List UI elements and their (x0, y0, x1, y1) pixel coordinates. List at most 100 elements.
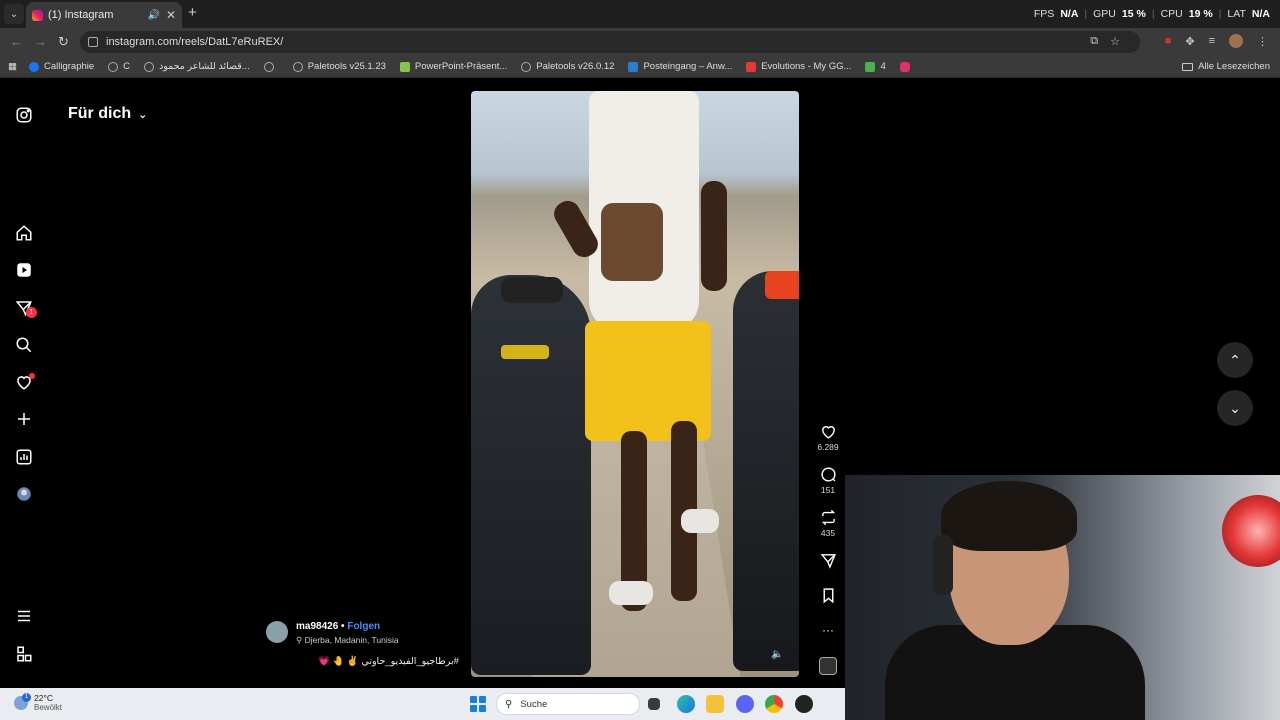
bookmark-item[interactable]: Paletools v25.1.23 (292, 61, 386, 72)
search-icon[interactable] (14, 335, 34, 355)
reload-icon[interactable]: ↻ (58, 34, 69, 50)
webcam-lamp (1222, 495, 1280, 567)
address-bar[interactable]: instagram.com/reels/DatL7eRuREX/ (80, 31, 1140, 53)
comment-count: 151 (820, 485, 836, 495)
all-bookmarks-button[interactable]: Alle Lesezeichen (1182, 61, 1270, 72)
feed-selector[interactable]: Für dich ⌄ (68, 105, 147, 123)
forward-arrow-icon[interactable]: → (34, 34, 47, 49)
profile-avatar[interactable] (1229, 34, 1243, 48)
folder-icon (1182, 62, 1194, 71)
bookmark-item[interactable]: Calligraphie (28, 61, 94, 72)
create-plus-icon[interactable] (14, 409, 34, 429)
chrome-icon[interactable] (765, 695, 783, 713)
cpu-label: CPU (1160, 8, 1183, 20)
volume-icon[interactable]: 🔈 (771, 649, 785, 663)
gpu-label: GPU (1093, 8, 1116, 20)
bookmark-icon (823, 588, 833, 604)
new-tab-button[interactable]: + (188, 4, 197, 21)
previous-reel-button[interactable]: ⌃ (1217, 342, 1253, 378)
author-location[interactable]: Djerba, Madanin, Tunisia (305, 635, 399, 645)
lat-value: N/A (1251, 8, 1270, 20)
author-username[interactable]: ma98426 (296, 621, 338, 632)
video-person-bag (601, 203, 663, 281)
comment-button[interactable]: 151 (810, 466, 846, 495)
video-motorbike-right (733, 271, 799, 671)
bookmark-item[interactable]: Posteingang – Anw... (628, 61, 732, 72)
bookmark-item[interactable]: PowerPoint-Präsent... (399, 61, 507, 72)
tab-search-button[interactable]: ⌄ (4, 4, 24, 24)
edge-icon[interactable] (677, 695, 695, 713)
bookmarks-bar: ▦ Calligraphie C قصائد للشاعر محمود... P… (0, 56, 1280, 78)
author-separator: • (341, 621, 345, 632)
audio-thumbnail[interactable] (819, 657, 837, 675)
back-arrow-icon[interactable]: ← (10, 34, 23, 49)
task-view-icon[interactable] (648, 698, 660, 710)
like-button[interactable]: 6.289 (810, 423, 846, 452)
dashboard-icon[interactable] (14, 447, 34, 467)
feed-title: Für dich (68, 105, 132, 122)
install-app-icon[interactable]: ⧉ (1090, 35, 1098, 48)
instagram-logo-icon[interactable] (14, 105, 34, 125)
bookmark-item[interactable]: قصائد للشاعر محمود... (144, 61, 250, 72)
url-text: instagram.com/reels/DatL7eRuREX/ (106, 36, 284, 48)
windows-taskbar: 1 22°C Bewölkt ⚲ Suche (0, 688, 845, 720)
bookmark-item[interactable]: 4 (865, 61, 886, 72)
performance-overlay: FPS N/A | GPU 15 % | CPU 19 % | LAT N/A (1033, 8, 1270, 20)
file-explorer-icon[interactable] (706, 695, 724, 713)
fps-label: FPS (1033, 8, 1055, 20)
repost-count: 435 (820, 528, 836, 538)
next-reel-button[interactable]: ⌄ (1217, 390, 1253, 426)
browser-tabstrip: ⌄ (1) Instagram 🔊 ✕ + FPS N/A | GPU 15 %… (0, 0, 1280, 28)
bookmark-item[interactable]: Evolutions - My GG... (746, 61, 851, 72)
bookmark-item[interactable]: C (108, 61, 130, 72)
more-menu-icon[interactable] (14, 606, 34, 626)
bookmark-item[interactable]: Paletools v26.0.12 (521, 61, 614, 72)
extensions-puzzle-icon[interactable]: ✥ (1185, 35, 1194, 48)
author-avatar[interactable] (266, 621, 288, 643)
save-button[interactable] (810, 587, 846, 606)
share-button[interactable] (810, 552, 846, 571)
repost-button[interactable]: 435 (810, 509, 846, 538)
weather-widget[interactable]: 1 22°C Bewölkt (14, 693, 62, 713)
media-controls-icon[interactable]: ≡ (1209, 35, 1215, 47)
powerpoint-icon (399, 61, 410, 72)
reel-video[interactable]: 🔈 (471, 91, 799, 677)
tab-audio-icon[interactable]: 🔊 (147, 10, 159, 21)
browser-menu-icon[interactable]: ⋮ (1257, 35, 1268, 48)
home-icon[interactable] (14, 223, 34, 243)
facebook-icon (28, 61, 39, 72)
app-icon[interactable] (795, 695, 813, 713)
site-info-icon[interactable] (88, 37, 98, 47)
weather-condition: Bewölkt (34, 703, 63, 712)
bookmark-star-icon[interactable]: ☆ (1110, 35, 1120, 48)
bookmark-item[interactable] (263, 61, 279, 72)
tab-close-icon[interactable]: ✕ (166, 8, 176, 22)
apps-grid-icon[interactable]: ▦ (8, 61, 17, 72)
globe-icon (292, 61, 303, 72)
extension-icon[interactable]: ■ (1165, 35, 1172, 47)
discord-icon[interactable] (736, 695, 754, 713)
profile-avatar-icon[interactable] (14, 484, 34, 504)
mail-icon (628, 61, 639, 72)
share-paper-plane-icon (820, 554, 836, 569)
reels-icon[interactable] (14, 260, 34, 280)
more-options-button[interactable]: ··· (810, 623, 846, 637)
globe-icon (521, 61, 532, 72)
search-placeholder: Suche (520, 698, 548, 710)
location-pin-icon: ⚲ (296, 635, 305, 645)
follow-button[interactable]: Folgen (347, 621, 380, 632)
extensions-area: ■ ✥ ≡ ⋮ (1165, 34, 1268, 48)
taskbar-search[interactable]: ⚲ Suche (496, 693, 640, 715)
tab-title: (1) Instagram (48, 9, 114, 21)
also-from-meta-icon[interactable] (14, 644, 34, 664)
windows-start-icon[interactable] (470, 696, 486, 712)
instagram-sidebar: 1 (0, 79, 50, 688)
browser-toolbar: ← → ↻ instagram.com/reels/DatL7eRuREX/ ⧉… (0, 28, 1280, 56)
bookmark-item[interactable] (899, 61, 915, 72)
globe-icon (263, 61, 274, 72)
weather-badge: 1 (22, 693, 31, 702)
fps-value: N/A (1060, 8, 1079, 20)
chevron-down-icon: ⌄ (138, 108, 148, 121)
tab-instagram[interactable]: (1) Instagram 🔊 ✕ (26, 2, 182, 28)
notification-badge: 1 (26, 307, 37, 318)
